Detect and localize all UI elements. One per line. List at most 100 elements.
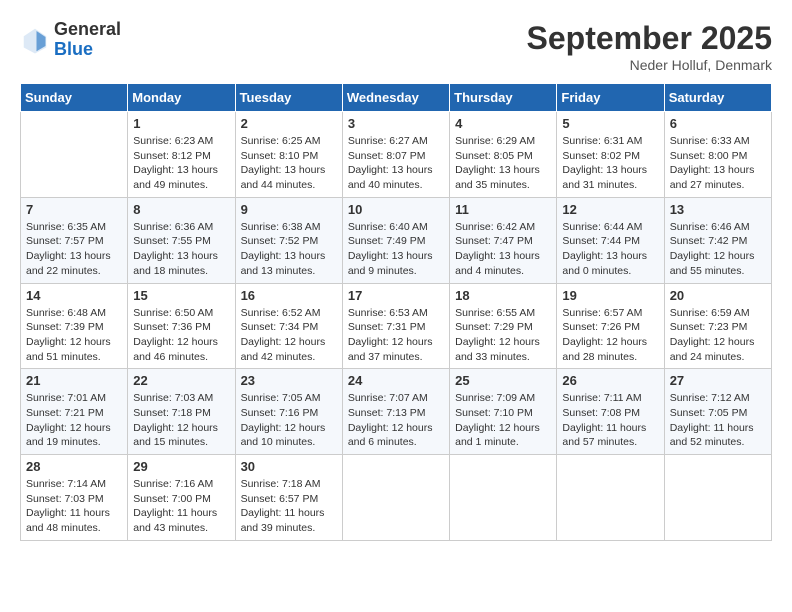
- col-monday: Monday: [128, 84, 235, 112]
- col-sunday: Sunday: [21, 84, 128, 112]
- day-info: Sunrise: 6:55 AMSunset: 7:29 PMDaylight:…: [455, 306, 551, 365]
- col-saturday: Saturday: [664, 84, 771, 112]
- calendar-cell: 15 Sunrise: 6:50 AMSunset: 7:36 PMDaylig…: [128, 283, 235, 369]
- day-number: 3: [348, 116, 444, 131]
- day-number: 20: [670, 288, 766, 303]
- day-info: Sunrise: 6:48 AMSunset: 7:39 PMDaylight:…: [26, 306, 122, 365]
- day-info: Sunrise: 6:40 AMSunset: 7:49 PMDaylight:…: [348, 220, 444, 279]
- calendar-cell: 30 Sunrise: 7:18 AMSunset: 6:57 PMDaylig…: [235, 455, 342, 541]
- calendar-cell: 2 Sunrise: 6:25 AMSunset: 8:10 PMDayligh…: [235, 112, 342, 198]
- logo-general: General: [54, 20, 121, 40]
- day-number: 11: [455, 202, 551, 217]
- day-number: 6: [670, 116, 766, 131]
- page-header: General Blue September 2025 Neder Holluf…: [20, 20, 772, 73]
- day-info: Sunrise: 7:18 AMSunset: 6:57 PMDaylight:…: [241, 477, 337, 536]
- title-block: September 2025 Neder Holluf, Denmark: [527, 20, 772, 73]
- day-info: Sunrise: 6:46 AMSunset: 7:42 PMDaylight:…: [670, 220, 766, 279]
- calendar-cell: 10 Sunrise: 6:40 AMSunset: 7:49 PMDaylig…: [342, 197, 449, 283]
- day-number: 10: [348, 202, 444, 217]
- day-info: Sunrise: 7:05 AMSunset: 7:16 PMDaylight:…: [241, 391, 337, 450]
- calendar-cell: 7 Sunrise: 6:35 AMSunset: 7:57 PMDayligh…: [21, 197, 128, 283]
- calendar-cell: [664, 455, 771, 541]
- day-number: 17: [348, 288, 444, 303]
- day-info: Sunrise: 6:53 AMSunset: 7:31 PMDaylight:…: [348, 306, 444, 365]
- day-number: 16: [241, 288, 337, 303]
- calendar-cell: [557, 455, 664, 541]
- logo-text: General Blue: [54, 20, 121, 60]
- day-info: Sunrise: 6:57 AMSunset: 7:26 PMDaylight:…: [562, 306, 658, 365]
- day-number: 25: [455, 373, 551, 388]
- calendar-cell: 23 Sunrise: 7:05 AMSunset: 7:16 PMDaylig…: [235, 369, 342, 455]
- day-number: 28: [26, 459, 122, 474]
- day-number: 8: [133, 202, 229, 217]
- logo-blue: Blue: [54, 40, 121, 60]
- col-wednesday: Wednesday: [342, 84, 449, 112]
- calendar-cell: 26 Sunrise: 7:11 AMSunset: 7:08 PMDaylig…: [557, 369, 664, 455]
- day-number: 9: [241, 202, 337, 217]
- calendar-cell: 4 Sunrise: 6:29 AMSunset: 8:05 PMDayligh…: [450, 112, 557, 198]
- day-info: Sunrise: 7:12 AMSunset: 7:05 PMDaylight:…: [670, 391, 766, 450]
- day-info: Sunrise: 6:52 AMSunset: 7:34 PMDaylight:…: [241, 306, 337, 365]
- month-title: September 2025: [527, 20, 772, 57]
- day-info: Sunrise: 6:42 AMSunset: 7:47 PMDaylight:…: [455, 220, 551, 279]
- calendar-cell: 29 Sunrise: 7:16 AMSunset: 7:00 PMDaylig…: [128, 455, 235, 541]
- calendar-cell: 20 Sunrise: 6:59 AMSunset: 7:23 PMDaylig…: [664, 283, 771, 369]
- calendar-cell: 18 Sunrise: 6:55 AMSunset: 7:29 PMDaylig…: [450, 283, 557, 369]
- day-number: 4: [455, 116, 551, 131]
- calendar-cell: 13 Sunrise: 6:46 AMSunset: 7:42 PMDaylig…: [664, 197, 771, 283]
- day-info: Sunrise: 6:29 AMSunset: 8:05 PMDaylight:…: [455, 134, 551, 193]
- day-info: Sunrise: 7:14 AMSunset: 7:03 PMDaylight:…: [26, 477, 122, 536]
- day-info: Sunrise: 6:25 AMSunset: 8:10 PMDaylight:…: [241, 134, 337, 193]
- day-info: Sunrise: 7:16 AMSunset: 7:00 PMDaylight:…: [133, 477, 229, 536]
- day-number: 12: [562, 202, 658, 217]
- day-number: 19: [562, 288, 658, 303]
- day-info: Sunrise: 6:31 AMSunset: 8:02 PMDaylight:…: [562, 134, 658, 193]
- week-row-5: 28 Sunrise: 7:14 AMSunset: 7:03 PMDaylig…: [21, 455, 772, 541]
- calendar-cell: 9 Sunrise: 6:38 AMSunset: 7:52 PMDayligh…: [235, 197, 342, 283]
- calendar-cell: [342, 455, 449, 541]
- day-number: 30: [241, 459, 337, 474]
- logo-icon: [20, 25, 50, 55]
- day-number: 18: [455, 288, 551, 303]
- col-thursday: Thursday: [450, 84, 557, 112]
- calendar-cell: [21, 112, 128, 198]
- calendar-header-row: Sunday Monday Tuesday Wednesday Thursday…: [21, 84, 772, 112]
- day-info: Sunrise: 7:09 AMSunset: 7:10 PMDaylight:…: [455, 391, 551, 450]
- day-number: 13: [670, 202, 766, 217]
- calendar-cell: 22 Sunrise: 7:03 AMSunset: 7:18 PMDaylig…: [128, 369, 235, 455]
- day-number: 1: [133, 116, 229, 131]
- calendar-cell: 12 Sunrise: 6:44 AMSunset: 7:44 PMDaylig…: [557, 197, 664, 283]
- calendar-cell: 24 Sunrise: 7:07 AMSunset: 7:13 PMDaylig…: [342, 369, 449, 455]
- week-row-1: 1 Sunrise: 6:23 AMSunset: 8:12 PMDayligh…: [21, 112, 772, 198]
- day-info: Sunrise: 6:36 AMSunset: 7:55 PMDaylight:…: [133, 220, 229, 279]
- calendar-cell: 16 Sunrise: 6:52 AMSunset: 7:34 PMDaylig…: [235, 283, 342, 369]
- day-number: 27: [670, 373, 766, 388]
- week-row-2: 7 Sunrise: 6:35 AMSunset: 7:57 PMDayligh…: [21, 197, 772, 283]
- day-info: Sunrise: 6:33 AMSunset: 8:00 PMDaylight:…: [670, 134, 766, 193]
- calendar-cell: 11 Sunrise: 6:42 AMSunset: 7:47 PMDaylig…: [450, 197, 557, 283]
- calendar-cell: 6 Sunrise: 6:33 AMSunset: 8:00 PMDayligh…: [664, 112, 771, 198]
- calendar-cell: 21 Sunrise: 7:01 AMSunset: 7:21 PMDaylig…: [21, 369, 128, 455]
- col-friday: Friday: [557, 84, 664, 112]
- day-number: 21: [26, 373, 122, 388]
- day-number: 7: [26, 202, 122, 217]
- calendar-cell: 8 Sunrise: 6:36 AMSunset: 7:55 PMDayligh…: [128, 197, 235, 283]
- day-info: Sunrise: 6:38 AMSunset: 7:52 PMDaylight:…: [241, 220, 337, 279]
- calendar-table: Sunday Monday Tuesday Wednesday Thursday…: [20, 83, 772, 541]
- calendar-cell: 14 Sunrise: 6:48 AMSunset: 7:39 PMDaylig…: [21, 283, 128, 369]
- day-number: 2: [241, 116, 337, 131]
- calendar-cell: 27 Sunrise: 7:12 AMSunset: 7:05 PMDaylig…: [664, 369, 771, 455]
- calendar-cell: 5 Sunrise: 6:31 AMSunset: 8:02 PMDayligh…: [557, 112, 664, 198]
- day-number: 14: [26, 288, 122, 303]
- day-info: Sunrise: 6:44 AMSunset: 7:44 PMDaylight:…: [562, 220, 658, 279]
- day-number: 29: [133, 459, 229, 474]
- day-info: Sunrise: 6:27 AMSunset: 8:07 PMDaylight:…: [348, 134, 444, 193]
- calendar-cell: [450, 455, 557, 541]
- day-info: Sunrise: 7:03 AMSunset: 7:18 PMDaylight:…: [133, 391, 229, 450]
- calendar-cell: 1 Sunrise: 6:23 AMSunset: 8:12 PMDayligh…: [128, 112, 235, 198]
- calendar-cell: 19 Sunrise: 6:57 AMSunset: 7:26 PMDaylig…: [557, 283, 664, 369]
- day-info: Sunrise: 7:01 AMSunset: 7:21 PMDaylight:…: [26, 391, 122, 450]
- day-info: Sunrise: 6:23 AMSunset: 8:12 PMDaylight:…: [133, 134, 229, 193]
- day-number: 15: [133, 288, 229, 303]
- day-number: 22: [133, 373, 229, 388]
